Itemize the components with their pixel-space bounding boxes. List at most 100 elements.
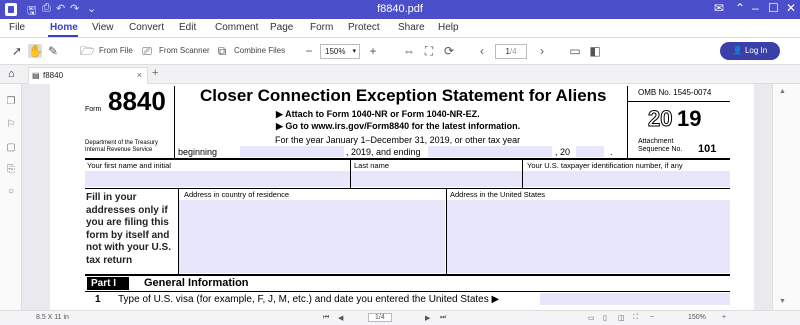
- minimize-icon[interactable]: –: [752, 1, 759, 15]
- fill-in-instructions: Fill in your addresses only if you are f…: [86, 192, 181, 267]
- dept-line-2: Internal Revenue Service: [85, 147, 153, 153]
- status-next-icon[interactable]: ▶: [425, 314, 430, 322]
- vertical-scrollbar[interactable]: ▲ ▼: [772, 84, 800, 310]
- fit-page-icon[interactable]: ⛶: [422, 44, 436, 58]
- menu-file[interactable]: File: [9, 22, 25, 33]
- dept-line-1: Department of the Treasury: [85, 140, 159, 146]
- menu-convert[interactable]: Convert: [129, 22, 164, 33]
- single-page-icon[interactable]: ▭: [588, 314, 595, 322]
- page-number-input[interactable]: 1/4: [495, 44, 527, 59]
- scroll-up-icon[interactable]: ▲: [779, 88, 786, 95]
- ribbon-collapse-icon[interactable]: ⌃: [735, 1, 745, 15]
- two-page-view-icon[interactable]: ◧: [588, 44, 602, 58]
- page-size: 8.5 X 11 in: [36, 314, 69, 321]
- divider: [627, 86, 628, 158]
- form-label: Form: [85, 106, 102, 113]
- menu-form[interactable]: Form: [310, 22, 333, 33]
- thumbnails-icon[interactable]: ❐: [5, 96, 17, 108]
- address-country-field[interactable]: [179, 200, 445, 273]
- first-name-field[interactable]: [85, 171, 350, 187]
- previous-page-icon[interactable]: ‹: [475, 44, 489, 58]
- edit-tool-icon[interactable]: ✎: [46, 44, 60, 58]
- first-name-label: Your first name and initial: [87, 161, 171, 170]
- tax-year-outline: 20: [647, 106, 673, 132]
- document-tab[interactable]: ▤ f8840 ×: [28, 67, 148, 84]
- ending-year-field[interactable]: [576, 146, 604, 157]
- combine-files-icon[interactable]: ⧉: [215, 44, 229, 58]
- select-tool-icon[interactable]: ➚: [10, 44, 24, 58]
- form-number: 8840: [108, 86, 166, 116]
- tax-year-line: For the year January 1–December 31, 2019…: [275, 135, 521, 145]
- divider: [85, 188, 730, 189]
- login-button[interactable]: 👤 Log In: [720, 42, 780, 60]
- omb-number: OMB No. 1545-0074: [638, 88, 712, 97]
- fill-in-line: form by itself and: [86, 229, 170, 241]
- zoom-in-icon[interactable]: +: [366, 44, 380, 58]
- tin-field[interactable]: [523, 171, 730, 187]
- divider: [174, 86, 175, 158]
- part-badge: Part I: [87, 277, 129, 290]
- and-ending-label: , 2019, and ending: [346, 147, 421, 157]
- menu-comment[interactable]: Comment: [215, 22, 258, 33]
- zoom-value: 150%: [325, 47, 346, 56]
- tin-label: Your U.S. taxpayer identification number…: [527, 161, 683, 170]
- address-us-field[interactable]: [447, 200, 730, 273]
- mail-icon[interactable]: ✉: [714, 1, 724, 15]
- status-previous-icon[interactable]: ◀: [338, 314, 343, 322]
- attachment-icon[interactable]: ⎘: [5, 164, 17, 176]
- line-1-text: Type of U.S. visa (for example, F, J, M,…: [118, 294, 500, 305]
- menu-home[interactable]: Home: [50, 22, 78, 33]
- menu-protect[interactable]: Protect: [348, 22, 380, 33]
- close-tab-icon[interactable]: ×: [137, 68, 142, 83]
- status-page-input[interactable]: 1/4: [368, 313, 392, 322]
- document-icon: ▤: [32, 71, 40, 80]
- visa-type-field[interactable]: [540, 293, 730, 305]
- two-page-icon[interactable]: ◫: [618, 314, 625, 322]
- document-view[interactable]: Form 8840 Department of the Treasury Int…: [22, 84, 772, 310]
- menu-help[interactable]: Help: [438, 22, 459, 33]
- zoom-in-status-icon[interactable]: +: [722, 314, 726, 321]
- from-scanner-button[interactable]: From Scanner: [159, 46, 210, 55]
- menu-page[interactable]: Page: [270, 22, 293, 33]
- search-icon[interactable]: ○: [5, 186, 17, 198]
- sequence-number: 101: [698, 143, 717, 155]
- first-page-icon[interactable]: ⏮: [323, 314, 329, 322]
- scroll-down-icon[interactable]: ▼: [779, 298, 786, 305]
- menu-share[interactable]: Share: [398, 22, 425, 33]
- home-icon[interactable]: ⌂: [8, 68, 15, 80]
- next-page-icon[interactable]: ›: [535, 44, 549, 58]
- goto-instruction: ▶ Go to www.irs.gov/Form8840 for the lat…: [276, 121, 521, 131]
- form-title: Closer Connection Exception Statement fo…: [200, 86, 607, 105]
- attach-instruction: ▶ Attach to Form 1040-NR or Form 1040-NR…: [276, 109, 480, 119]
- fullscreen-icon[interactable]: ⛶: [633, 314, 638, 322]
- zoom-select[interactable]: 150% ▾: [320, 44, 360, 59]
- menu-view[interactable]: View: [92, 22, 114, 33]
- comment-icon[interactable]: ▢: [5, 142, 17, 154]
- year-suffix-label: , 20: [555, 147, 571, 157]
- rotate-icon[interactable]: ⟳: [442, 44, 456, 58]
- last-page-icon[interactable]: ⏭: [440, 314, 446, 322]
- fit-width-icon[interactable]: ⇔: [402, 44, 416, 58]
- last-name-field[interactable]: [351, 171, 522, 187]
- from-file-button[interactable]: From File: [99, 46, 133, 55]
- zoom-out-icon[interactable]: −: [302, 44, 316, 58]
- hand-tool-icon[interactable]: ✋: [28, 44, 43, 58]
- ending-date-field[interactable]: [428, 146, 552, 157]
- combine-files-button[interactable]: Combine Files: [234, 46, 285, 55]
- beginning-label: beginning: [178, 147, 218, 157]
- new-tab-icon[interactable]: +: [152, 67, 158, 79]
- continuous-page-icon[interactable]: ▯: [603, 314, 607, 322]
- zoom-out-status-icon[interactable]: −: [650, 314, 654, 321]
- beginning-date-field[interactable]: [240, 146, 344, 157]
- last-name-label: Last name: [354, 161, 390, 170]
- address-us-label: Address in the United States: [450, 190, 546, 199]
- single-page-view-icon[interactable]: ▭: [568, 44, 582, 58]
- maximize-icon[interactable]: ☐: [768, 1, 779, 15]
- menu-edit[interactable]: Edit: [179, 22, 196, 33]
- status-zoom[interactable]: 150%: [688, 314, 706, 321]
- bookmark-icon[interactable]: ⚐: [5, 119, 17, 131]
- from-file-icon[interactable]: 🗁: [80, 44, 95, 58]
- user-icon: 👤: [732, 46, 743, 55]
- scanner-icon[interactable]: ⎚: [140, 44, 154, 58]
- close-icon[interactable]: ✕: [786, 1, 796, 15]
